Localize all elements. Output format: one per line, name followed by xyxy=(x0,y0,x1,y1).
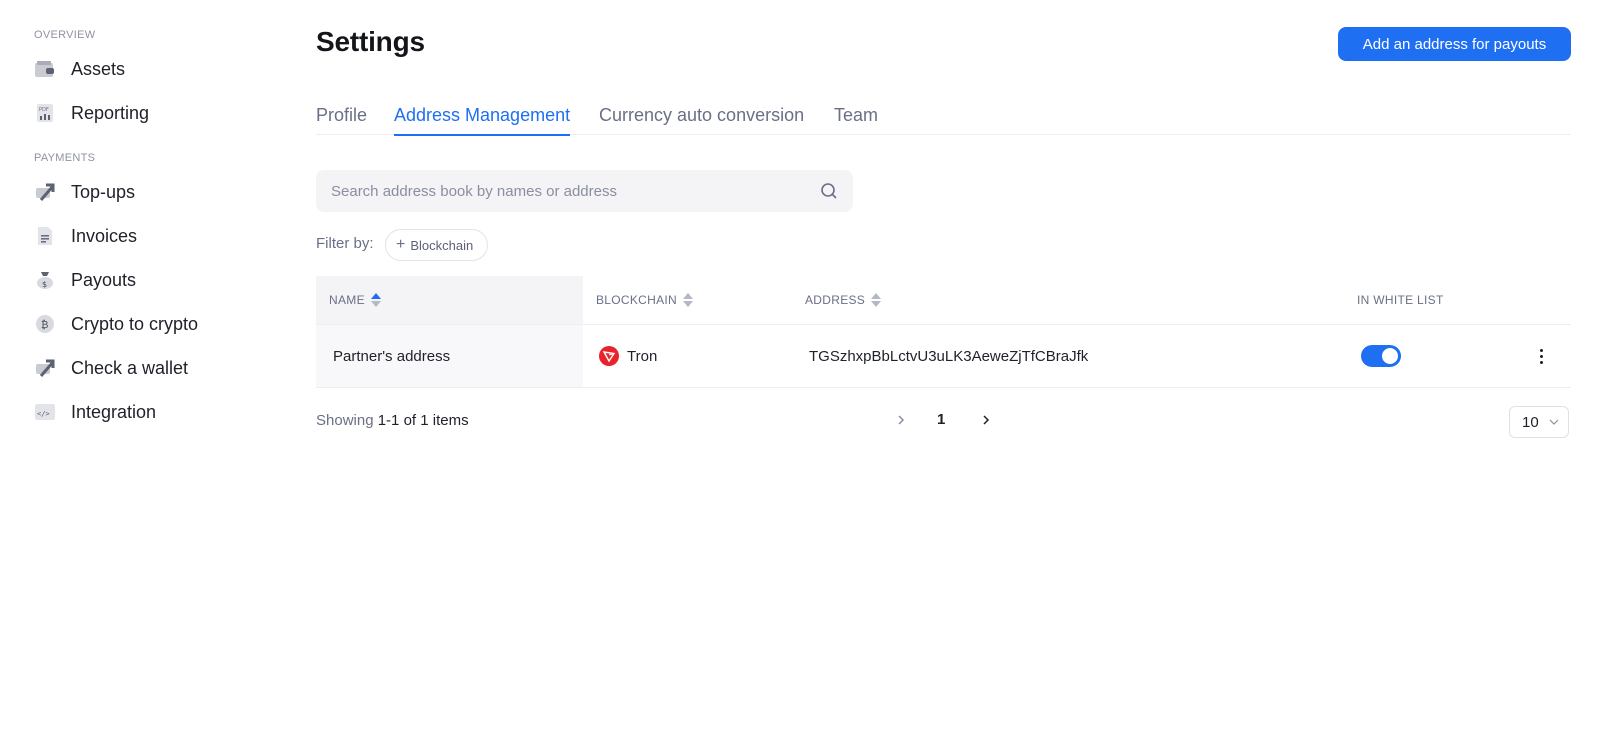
sidebar-item-payouts[interactable]: $ Payouts xyxy=(34,265,274,295)
tab-profile[interactable]: Profile xyxy=(316,105,367,134)
cell-blockchain: Tron xyxy=(599,325,657,387)
sort-icon xyxy=(871,293,882,307)
sidebar-item-label: Reporting xyxy=(71,102,150,123)
sidebar-item-integration[interactable]: </> Integration xyxy=(34,397,274,427)
svg-text:$: $ xyxy=(42,280,47,289)
sidebar-item-assets[interactable]: Assets xyxy=(34,54,274,84)
sidebar-item-reporting[interactable]: PDF Reporting xyxy=(34,98,274,128)
column-header-name[interactable]: NAME xyxy=(316,276,583,324)
code-icon: </> xyxy=(34,401,56,423)
svg-text:</>: </> xyxy=(37,410,50,418)
column-header-in-white-list: IN WHITE LIST xyxy=(1357,276,1444,324)
sort-icon xyxy=(683,293,694,307)
filter-chip-label: Blockchain xyxy=(410,237,474,253)
showing-range: 1-1 of 1 items xyxy=(377,412,469,429)
sidebar-item-crypto-to-crypto[interactable]: ₿ Crypto to crypto xyxy=(34,309,274,339)
chevron-down-icon xyxy=(1549,419,1559,425)
showing-text: Showing 1-1 of 1 items xyxy=(316,412,469,429)
column-header-address[interactable]: ADDRESS xyxy=(805,276,882,324)
table-row[interactable]: Partner's address Tron TGSzhxpBbLctvU3uL… xyxy=(316,325,1571,388)
tab-address-management[interactable]: Address Management xyxy=(394,105,571,136)
page-number[interactable]: 1 xyxy=(937,411,945,428)
column-header-label: IN WHITE LIST xyxy=(1357,293,1444,307)
search-icon[interactable] xyxy=(819,181,839,201)
column-header-label: ADDRESS xyxy=(805,293,866,307)
page-size-select[interactable]: 10 xyxy=(1509,406,1569,438)
search-input[interactable] xyxy=(329,181,819,201)
cell-name: Partner's address xyxy=(316,325,583,387)
svg-text:PDF: PDF xyxy=(39,107,49,113)
prev-page-icon[interactable] xyxy=(891,410,911,430)
next-page-icon[interactable] xyxy=(976,410,996,430)
tab-team[interactable]: Team xyxy=(834,105,878,134)
showing-prefix: Showing xyxy=(316,412,374,429)
sidebar-item-label: Invoices xyxy=(71,225,138,246)
page-title: Settings xyxy=(316,26,425,57)
table-header: NAME BLOCKCHAIN ADDRESS IN WHITE LIST xyxy=(316,276,1571,325)
sort-icon xyxy=(370,293,381,307)
section-label-payments: PAYMENTS xyxy=(34,152,96,164)
wallet-icon xyxy=(34,58,56,80)
address-table: NAME BLOCKCHAIN ADDRESS IN WHITE LIST Pa… xyxy=(316,276,1571,388)
sidebar: OVERVIEW Assets PDF Reporting PAYMENTS T… xyxy=(0,0,290,735)
page-size-value: 10 xyxy=(1522,413,1539,431)
sidebar-item-check-a-wallet[interactable]: Check a wallet xyxy=(34,353,274,383)
cell-address: TGSzhxpBbLctvU3uLK3AeweZjTfCBraJfk xyxy=(809,347,1089,365)
column-header-label: NAME xyxy=(329,293,365,307)
sidebar-item-label: Integration xyxy=(71,401,157,422)
settings-tabs: Profile Address Management Currency auto… xyxy=(316,102,1571,136)
tron-icon xyxy=(599,346,619,366)
filter-label: Filter by: xyxy=(316,235,374,252)
sidebar-item-label: Assets xyxy=(71,58,126,79)
column-header-label: BLOCKCHAIN xyxy=(596,293,678,307)
sidebar-item-label: Payouts xyxy=(71,269,137,290)
sidebar-item-label: Top-ups xyxy=(71,181,136,202)
filter-chip-blockchain[interactable]: + Blockchain xyxy=(385,229,489,261)
column-header-blockchain[interactable]: BLOCKCHAIN xyxy=(596,276,694,324)
sidebar-item-invoices[interactable]: Invoices xyxy=(34,221,274,251)
sidebar-item-label: Crypto to crypto xyxy=(71,313,199,334)
section-label-overview: OVERVIEW xyxy=(34,29,96,41)
topup-arrow-icon xyxy=(34,181,56,203)
money-bag-icon: $ xyxy=(34,269,56,291)
document-icon xyxy=(34,225,56,247)
check-wallet-arrow-icon xyxy=(34,357,56,379)
add-payout-address-button[interactable]: Add an address for payouts xyxy=(1338,27,1571,61)
white-list-toggle[interactable] xyxy=(1361,345,1401,367)
plus-icon: + xyxy=(396,236,406,253)
tab-currency-auto-conversion[interactable]: Currency auto conversion xyxy=(599,105,804,134)
sidebar-item-top-ups[interactable]: Top-ups xyxy=(34,177,274,207)
blockchain-label: Tron xyxy=(627,347,658,365)
search-box xyxy=(316,170,853,212)
more-actions-icon[interactable] xyxy=(1531,345,1551,367)
pdf-report-icon: PDF xyxy=(34,102,56,124)
sidebar-item-label: Check a wallet xyxy=(71,357,189,378)
bitcoin-coin-icon: ₿ xyxy=(34,313,56,335)
svg-text:₿: ₿ xyxy=(41,319,48,331)
